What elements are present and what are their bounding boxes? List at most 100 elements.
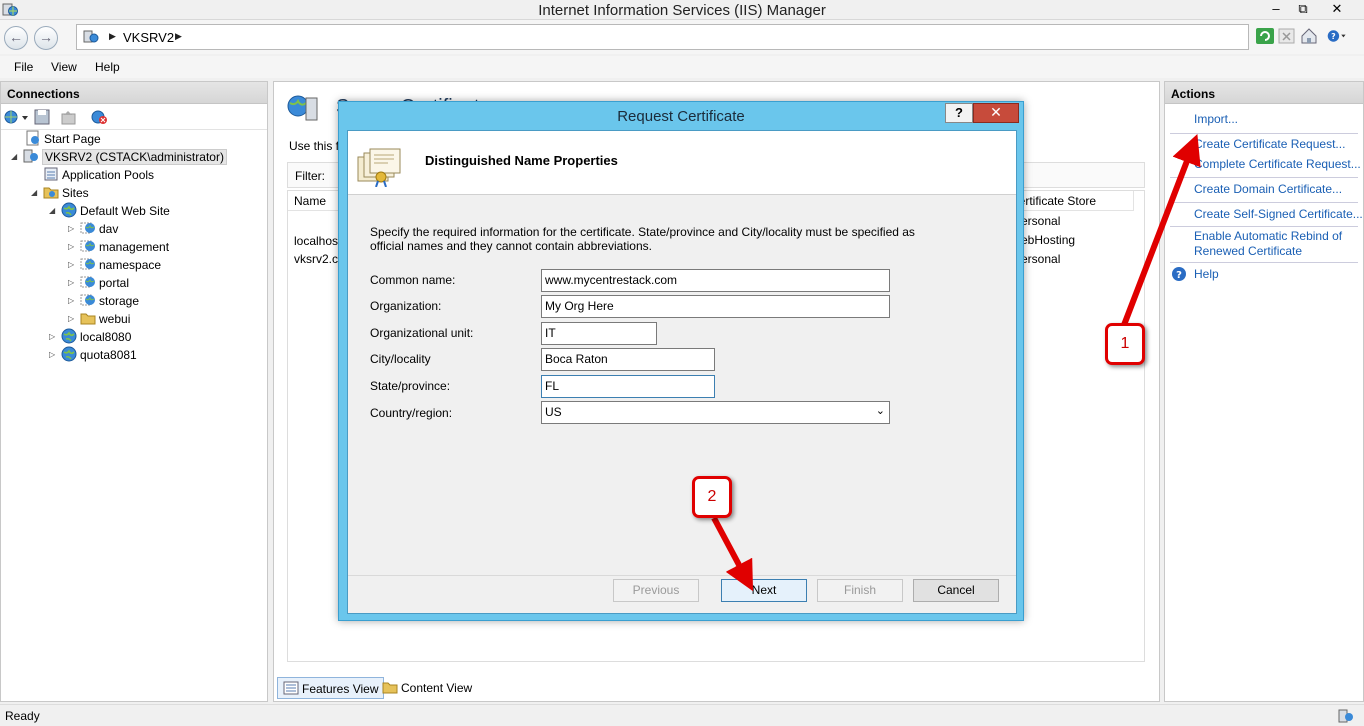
- tree-item-local8080[interactable]: local8080: [61, 328, 131, 346]
- tree-label: Application Pools: [62, 168, 155, 182]
- connections-panel: Connections Start Page ◢ VKSRV2 (CSTACK\…: [0, 81, 268, 702]
- server-icon: [23, 149, 38, 163]
- web-app-icon: [80, 258, 95, 270]
- expand-arrow-icon[interactable]: ▷: [49, 350, 55, 359]
- tree-item-default-web-site[interactable]: Default Web Site: [61, 202, 170, 220]
- list-item-store: ebHosting: [1021, 233, 1076, 247]
- expand-arrow-icon[interactable]: ▷: [68, 260, 74, 269]
- collapse-arrow-icon[interactable]: ◢: [49, 206, 55, 215]
- cancel-button[interactable]: Cancel: [913, 579, 999, 602]
- organizational-unit-field[interactable]: IT: [541, 322, 657, 345]
- tree-item-application-pools[interactable]: Application Pools: [43, 166, 154, 184]
- annotation-callout-2: 2: [692, 476, 732, 518]
- expand-arrow-icon[interactable]: ▷: [68, 224, 74, 233]
- expand-arrow-icon[interactable]: ▷: [49, 332, 55, 341]
- menu-help[interactable]: Help: [95, 60, 120, 74]
- dialog-title: Request Certificate: [617, 108, 745, 125]
- start-page-icon: [26, 130, 39, 146]
- dialog-help-button[interactable]: ?: [945, 103, 973, 123]
- breadcrumb-separator-icon[interactable]: ▶: [109, 31, 116, 42]
- collapse-arrow-icon[interactable]: ◢: [11, 152, 17, 161]
- tree-item-sites[interactable]: Sites: [43, 184, 89, 202]
- action-help[interactable]: Help: [1194, 267, 1219, 282]
- action-complete-certificate-request[interactable]: Complete Certificate Request...: [1194, 157, 1361, 172]
- actions-panel: Actions Import... Create Certificate Req…: [1164, 81, 1364, 702]
- label-state-province: State/province:: [370, 379, 451, 393]
- tab-features-view[interactable]: Features View: [277, 677, 385, 699]
- expand-arrow-icon[interactable]: ▷: [68, 314, 74, 323]
- svg-text:?: ?: [1331, 32, 1336, 41]
- expand-arrow-icon[interactable]: ▷: [68, 296, 74, 305]
- up-level-icon[interactable]: [61, 109, 77, 125]
- action-create-self-signed-certificate[interactable]: Create Self-Signed Certificate...: [1194, 207, 1363, 222]
- address-box[interactable]: ▶ VKSRV2 ▶: [76, 24, 1249, 50]
- action-import[interactable]: Import...: [1194, 112, 1238, 127]
- minimize-button[interactable]: –: [1263, 0, 1289, 18]
- tab-content-view[interactable]: Content View: [377, 677, 477, 699]
- country-region-select[interactable]: US ⌄: [541, 401, 890, 424]
- next-button[interactable]: Next: [721, 579, 807, 602]
- tab-label: Content View: [401, 681, 473, 695]
- finish-button[interactable]: Finish: [817, 579, 903, 602]
- refresh-icon[interactable]: [1255, 26, 1275, 46]
- forward-button[interactable]: →: [34, 26, 58, 50]
- request-certificate-dialog: Request Certificate ? ✕ Distinguished Na…: [338, 101, 1024, 621]
- list-item-store: ersonal: [1021, 214, 1061, 228]
- web-app-icon: [80, 276, 95, 288]
- close-window-button[interactable]: ✕: [1324, 0, 1350, 18]
- collapse-arrow-icon[interactable]: ◢: [31, 188, 37, 197]
- server-status-icon: [1338, 709, 1353, 723]
- help-icon[interactable]: ?: [1171, 266, 1187, 282]
- content-view-icon: [382, 682, 398, 694]
- save-icon[interactable]: [34, 109, 50, 125]
- tree-item-quota8081[interactable]: quota8081: [61, 346, 137, 364]
- tree-label: namespace: [99, 258, 162, 272]
- restore-button[interactable]: ⧉: [1290, 0, 1316, 18]
- tree-label: quota8081: [80, 348, 137, 362]
- expand-arrow-icon[interactable]: ▷: [68, 242, 74, 251]
- connect-icon[interactable]: [4, 109, 30, 125]
- folder-icon: [80, 313, 96, 325]
- common-name-field[interactable]: www.mycentrestack.com: [541, 269, 890, 292]
- breadcrumb-separator-icon[interactable]: ▶: [175, 31, 182, 42]
- tree-item-dav[interactable]: dav: [80, 220, 118, 238]
- tree-item-server[interactable]: VKSRV2 (CSTACK\administrator): [23, 148, 227, 166]
- city-locality-field[interactable]: Boca Raton: [541, 348, 715, 371]
- back-button[interactable]: ←: [4, 26, 28, 50]
- tree-item-namespace[interactable]: namespace: [80, 256, 161, 274]
- list-item-name[interactable]: localhos: [294, 234, 338, 248]
- expand-arrow-icon[interactable]: ▷: [68, 278, 74, 287]
- organization-field[interactable]: My Org Here: [541, 295, 890, 318]
- chevron-down-icon: ⌄: [875, 405, 885, 417]
- tab-label: Features View: [302, 682, 379, 696]
- divider: [1170, 177, 1358, 178]
- action-create-certificate-request[interactable]: Create Certificate Request...: [1194, 137, 1345, 152]
- web-app-icon: [80, 222, 95, 234]
- tree-item-webui[interactable]: webui: [80, 310, 130, 328]
- previous-button[interactable]: Previous: [613, 579, 699, 602]
- tree-item-storage[interactable]: storage: [80, 292, 139, 310]
- disconnect-icon[interactable]: [90, 109, 108, 125]
- tree-item-management[interactable]: management: [80, 238, 169, 256]
- help-dropdown-icon[interactable]: ?: [1327, 26, 1347, 46]
- list-item-name[interactable]: vksrv2.cs: [294, 252, 344, 266]
- breadcrumb-server[interactable]: VKSRV2: [123, 30, 174, 45]
- tree-label: local8080: [80, 330, 132, 344]
- tree-item-start-page[interactable]: Start Page: [25, 130, 101, 148]
- menu-file[interactable]: File: [14, 60, 33, 74]
- stop-icon[interactable]: [1277, 26, 1297, 46]
- menu-view[interactable]: View: [51, 60, 77, 74]
- state-province-field[interactable]: FL: [541, 375, 715, 398]
- features-view-icon: [283, 681, 299, 695]
- sites-folder-icon: [43, 187, 59, 199]
- home-icon[interactable]: [1299, 26, 1319, 46]
- action-enable-automatic-rebind-line2[interactable]: Renewed Certificate: [1194, 244, 1302, 259]
- status-text: Ready: [5, 709, 40, 723]
- action-enable-automatic-rebind[interactable]: Enable Automatic Rebind of: [1194, 229, 1342, 244]
- server-icon: [83, 30, 99, 43]
- view-tabs: Features View Content View: [273, 676, 1160, 700]
- tree-item-portal[interactable]: portal: [80, 274, 129, 292]
- action-create-domain-certificate[interactable]: Create Domain Certificate...: [1194, 182, 1342, 197]
- window-title: Internet Information Services (IIS) Mana…: [538, 2, 826, 19]
- dialog-close-button[interactable]: ✕: [973, 103, 1019, 123]
